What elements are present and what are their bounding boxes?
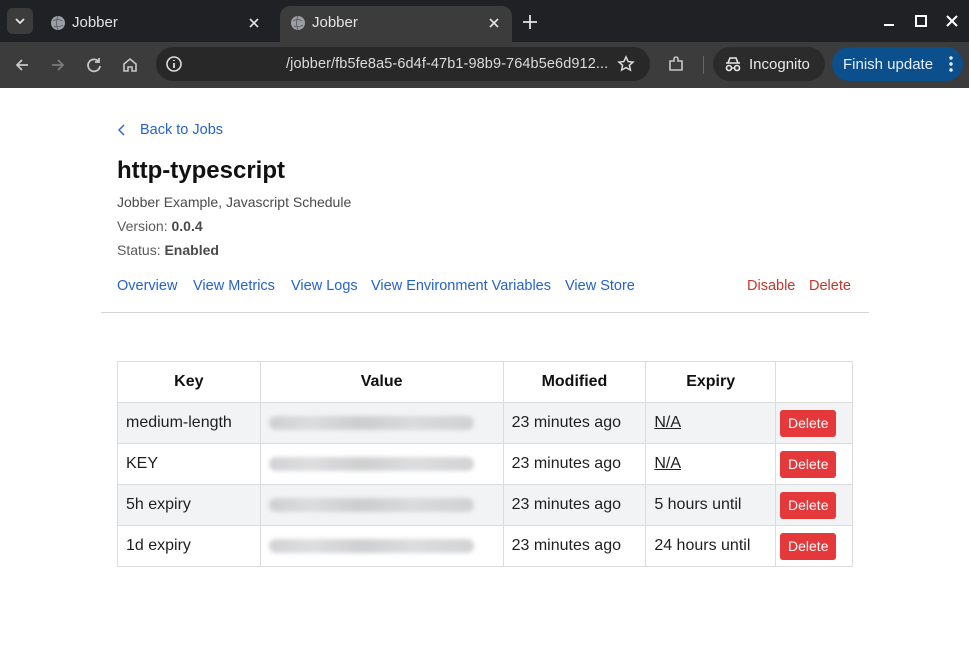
nav-view-logs[interactable]: View Logs [291,278,358,294]
finish-update-button[interactable]: Finish update [832,47,963,81]
reload-icon[interactable] [84,55,104,75]
address-bar[interactable]: /jobber/fb5fe8a5-6d4f-47b1-98b9-764b5e6d… [156,47,650,81]
cell-actions: Delete [775,525,853,567]
disable-job-link[interactable]: Disable [747,278,795,294]
browser-chrome: Jobber Jobber /jobber/fb5fe8a5-6d4f-47b1… [0,0,969,88]
table-row: KEY 23 minutes ago N/A Delete [117,443,853,485]
close-icon[interactable] [486,15,502,31]
cell-key: 1d expiry [117,525,261,567]
incognito-label: Incognito [749,56,810,73]
nav-view-metrics[interactable]: View Metrics [193,278,275,294]
delete-row-button[interactable]: Delete [780,409,837,437]
page-title: http-typescript [117,157,285,184]
home-icon[interactable] [120,55,140,75]
cell-actions: Delete [775,443,853,485]
page-content: Back to Jobs http-typescript Jobber Exam… [0,88,969,659]
tab-search-icon [15,18,25,25]
expiry-link[interactable]: N/A [654,455,681,472]
globe-icon [51,15,65,31]
delete-job-link[interactable]: Delete [809,278,851,294]
cell-actions: Delete [775,484,853,526]
back-to-jobs-label: Back to Jobs [140,122,224,138]
blurred-value [268,497,474,512]
version-label: Version: [117,218,172,234]
table-row: medium-length 23 minutes ago N/A Delete [117,402,853,444]
table-row: 1d expiry 23 minutes ago 24 hours until … [117,525,853,567]
status-label: Status: [117,242,165,258]
cell-value [259,525,504,567]
browser-toolbar: /jobber/fb5fe8a5-6d4f-47b1-98b9-764b5e6d… [0,42,969,88]
job-status: Status: Enabled [117,242,219,258]
blurred-value [268,538,474,553]
toolbar-divider [703,56,704,74]
extensions-icon[interactable] [666,54,686,74]
status-value: Enabled [164,242,219,258]
header-key: Key [117,361,261,403]
cell-value [259,402,504,444]
tab-strip: Jobber Jobber [0,0,969,42]
expiry-link[interactable]: N/A [654,414,681,431]
maximize-icon[interactable] [912,12,930,30]
header-value: Value [259,361,504,403]
url-text[interactable]: /jobber/fb5fe8a5-6d4f-47b1-98b9-764b5e6d… [286,56,608,72]
more-vert-icon[interactable] [947,55,955,73]
info-icon[interactable] [164,54,184,74]
header-actions [775,361,853,403]
star-icon[interactable] [616,54,636,74]
header-expiry: Expiry [645,361,777,403]
table-header-row: Key Value Modified Expiry [117,361,853,403]
chevron-left-icon [118,124,125,136]
nav-view-environment-variables[interactable]: View Environment Variables [371,278,551,294]
window-close-icon[interactable] [943,12,961,30]
plus-icon[interactable] [520,12,540,32]
tab-title: Jobber [312,14,358,31]
delete-row-button[interactable]: Delete [780,532,837,560]
minimize-icon[interactable] [880,12,898,30]
cell-modified: 23 minutes ago [502,525,647,567]
header-modified: Modified [502,361,647,403]
cell-modified: 23 minutes ago [502,443,647,485]
finish-update-label: Finish update [843,56,934,73]
cell-expiry: 24 hours until [645,525,777,567]
tab-search-button[interactable] [7,8,33,34]
cell-key: 5h expiry [117,484,261,526]
delete-row-button[interactable]: Delete [780,450,837,478]
tab-title: Jobber [72,14,118,31]
cell-modified: 23 minutes ago [502,484,647,526]
tab-inactive[interactable]: Jobber [40,6,272,42]
cell-modified: 23 minutes ago [502,402,647,444]
cell-expiry: 5 hours until [645,484,777,526]
divider [101,312,869,313]
cell-key: medium-length [117,402,261,444]
nav-view-store[interactable]: View Store [565,278,635,294]
forward-arrow-icon[interactable] [48,55,68,75]
cell-value [259,484,504,526]
close-icon[interactable] [246,15,262,31]
cell-expiry: N/A [645,443,777,485]
table-row: 5h expiry 23 minutes ago 5 hours until D… [117,484,853,526]
cell-key: KEY [117,443,261,485]
incognito-badge[interactable]: Incognito [713,47,825,81]
delete-row-button[interactable]: Delete [780,491,837,519]
job-nav: Overview View Metrics View Logs View Env… [117,278,853,298]
store-table: Key Value Modified Expiry medium-length … [117,361,853,567]
cell-actions: Delete [775,402,853,444]
nav-overview[interactable]: Overview [117,278,177,294]
tab-active[interactable]: Jobber [280,6,512,42]
back-to-jobs-link[interactable]: Back to Jobs [117,122,223,138]
version-value: 0.0.4 [171,218,203,234]
cell-expiry: N/A [645,402,777,444]
blurred-value [268,415,474,430]
globe-icon [291,15,305,31]
incognito-icon [725,57,741,72]
back-arrow-icon[interactable] [12,55,32,75]
job-description: Jobber Example, Javascript Schedule [117,194,352,210]
cell-value [259,443,504,485]
job-version: Version: 0.0.4 [117,218,203,234]
blurred-value [268,456,474,471]
